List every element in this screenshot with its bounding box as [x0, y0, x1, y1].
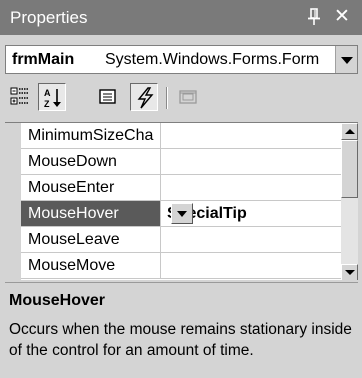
grid-row-mouseenter[interactable]: MouseEnter [21, 175, 341, 201]
property-name: MouseLeave [21, 227, 161, 252]
grid-row-minimumsizechanged[interactable]: MinimumSizeCha [21, 123, 341, 149]
property-name: MinimumSizeCha [21, 123, 161, 148]
categorized-icon [10, 87, 28, 105]
property-value[interactable] [162, 227, 341, 252]
property-name: MouseHover [21, 201, 161, 226]
chevron-down-icon[interactable] [171, 203, 193, 224]
chevron-down-icon[interactable] [335, 46, 357, 73]
toolbar-separator [166, 87, 167, 109]
alphabetical-icon: A Z [44, 88, 61, 109]
categorized-button[interactable] [6, 83, 34, 111]
properties-toolbar: A Z [0, 78, 362, 118]
svg-text:Z: Z [44, 99, 50, 109]
grid-row-mousemove[interactable]: MouseMove [21, 253, 341, 279]
alphabetical-button[interactable]: A Z [38, 83, 66, 111]
grid-row-mousedown[interactable]: MouseDown [21, 149, 341, 175]
scrollbar-thumb[interactable] [341, 140, 358, 198]
property-grid: MinimumSizeCha MouseDown MouseEnter Mous… [5, 122, 358, 280]
object-type: System.Windows.Forms.Form [105, 51, 320, 68]
object-selector-combo[interactable]: frmMain System.Windows.Forms.Form [5, 45, 358, 74]
window-title: Properties [10, 8, 88, 27]
grid-gutter [5, 123, 21, 280]
events-lightning-icon [137, 87, 154, 109]
events-button[interactable] [130, 83, 158, 111]
description-pane: MouseHover Occurs when the mouse remains… [5, 282, 358, 378]
grid-row-mousehover[interactable]: MouseHover SpecialTip [21, 201, 341, 227]
properties-window: Properties ✕ frmMain System.Windows.Form… [0, 0, 362, 378]
close-icon[interactable]: ✕ [334, 5, 350, 29]
scroll-down-icon[interactable] [341, 264, 358, 280]
properties-button[interactable] [94, 83, 122, 111]
property-value[interactable] [162, 123, 341, 148]
description-title: MouseHover [9, 292, 106, 309]
property-value[interactable] [162, 149, 341, 174]
property-value[interactable] [162, 175, 341, 200]
vertical-scrollbar[interactable] [341, 123, 358, 280]
property-name: MouseMove [21, 253, 161, 278]
properties-icon [99, 89, 116, 104]
svg-text:A: A [44, 88, 51, 98]
property-value[interactable] [162, 253, 341, 278]
property-pages-button[interactable] [174, 83, 202, 111]
pushpin-icon[interactable] [306, 7, 322, 27]
object-name: frmMain [12, 51, 75, 68]
scroll-up-icon[interactable] [341, 123, 358, 140]
property-name: MouseDown [21, 149, 161, 174]
property-pages-icon [179, 90, 197, 104]
property-name: MouseEnter [21, 175, 161, 200]
description-text: Occurs when the mouse remains stationary… [9, 321, 352, 359]
grid-row-mouseleave[interactable]: MouseLeave [21, 227, 341, 253]
title-bar[interactable]: Properties ✕ [0, 0, 362, 35]
